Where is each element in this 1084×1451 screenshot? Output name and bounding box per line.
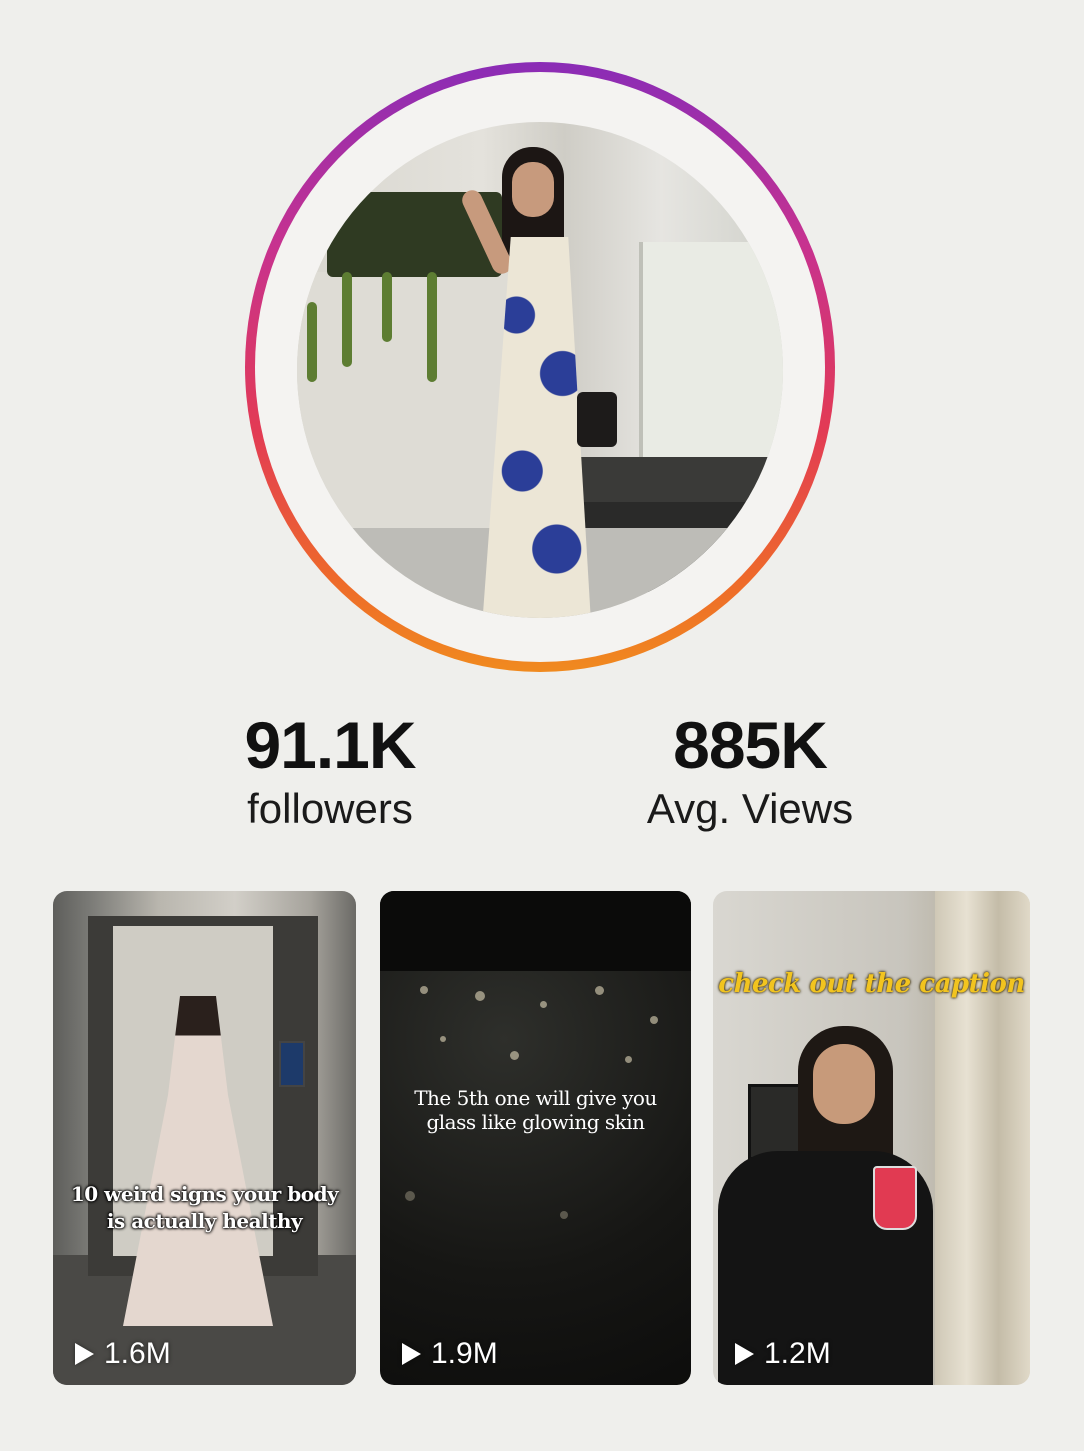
avg-views-label: Avg. Views [646, 785, 854, 832]
reel-person [718, 1026, 948, 1385]
reel-curtain [935, 891, 1030, 1385]
photo-vine [382, 272, 392, 342]
reel-dark-band [380, 891, 691, 971]
reel-view-count: 1.2M [735, 1337, 831, 1371]
photo-vine [342, 272, 352, 367]
reel-bokeh [540, 1001, 547, 1008]
reel-view-count: 1.6M [75, 1337, 171, 1371]
person-face [813, 1044, 875, 1124]
followers-label: followers [247, 785, 413, 832]
play-icon [75, 1343, 94, 1365]
reel-card[interactable]: 10 weird signs your body is actually hea… [53, 891, 356, 1385]
reel-bokeh [475, 991, 485, 1001]
profile-avatar-ring[interactable] [245, 62, 835, 672]
reel-bokeh [560, 1211, 568, 1219]
followers-count: 91.1K [244, 708, 416, 782]
profile-photo [297, 122, 783, 618]
avatar-ring-gap [255, 72, 825, 662]
reel-bokeh [650, 1016, 658, 1024]
reel-card[interactable]: check out the caption 1.2M [713, 891, 1030, 1385]
reel-overlay-line: glass like glowing skin [426, 1110, 645, 1134]
avg-views-count: 885K [673, 708, 828, 782]
reel-bokeh [625, 1056, 632, 1063]
reel-overlay-line: is actually healthy [106, 1209, 303, 1233]
avg-views-stat: 885K Avg. Views [600, 712, 900, 832]
photo-vine [307, 302, 317, 382]
reel-overlay-line: 10 weird signs your body [70, 1182, 339, 1206]
person-bag [577, 392, 617, 447]
photo-person [458, 147, 617, 618]
reel-views-label: 1.9M [431, 1337, 498, 1370]
reel-bokeh [595, 986, 604, 995]
reel-bokeh [510, 1051, 519, 1060]
followers-stat: 91.1K followers [200, 712, 460, 832]
reel-views-label: 1.2M [764, 1337, 831, 1370]
play-icon [735, 1343, 754, 1365]
reel-overlay-text: 10 weird signs your body is actually hea… [53, 1181, 356, 1235]
reel-overlay-line: The 5th one will give you [414, 1086, 657, 1110]
play-icon [402, 1343, 421, 1365]
reel-bokeh [440, 1036, 446, 1042]
photo-glass-door [639, 242, 783, 492]
reel-bokeh [405, 1191, 415, 1201]
reel-overlay-text: The 5th one will give you glass like glo… [380, 1086, 691, 1134]
reel-card[interactable]: The 5th one will give you glass like glo… [380, 891, 691, 1385]
person-face [512, 162, 554, 217]
reel-view-count: 1.9M [402, 1337, 498, 1371]
reel-elevator-panel [279, 1041, 305, 1087]
reel-views-label: 1.6M [104, 1337, 171, 1370]
photo-vine [427, 272, 437, 382]
reel-caption-tag: check out the caption [718, 969, 1025, 999]
reel-bokeh [420, 986, 428, 994]
person-drink [873, 1166, 917, 1230]
